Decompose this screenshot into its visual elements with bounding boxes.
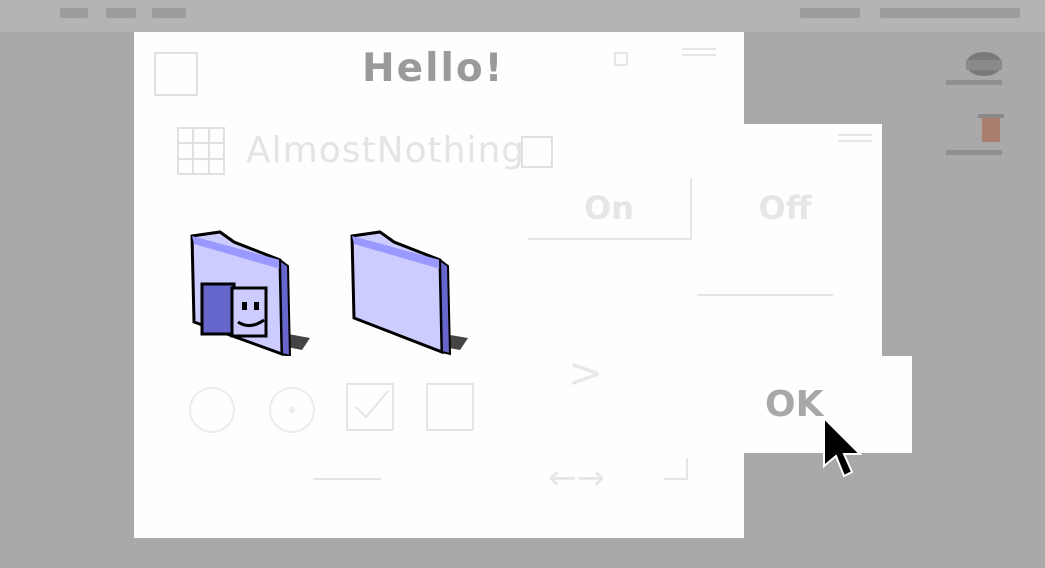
chevron-right-icon[interactable]: > [568, 348, 603, 397]
checkbox-checked[interactable] [346, 383, 394, 431]
checkbox[interactable] [426, 383, 474, 431]
radio-button-selected[interactable] [269, 387, 315, 433]
segment-off[interactable]: Off [700, 178, 870, 238]
windowshade-button[interactable] [682, 48, 716, 58]
grid-icon [177, 127, 225, 175]
close-box[interactable] [154, 52, 198, 96]
zoom-box[interactable] [614, 52, 628, 66]
ok-button[interactable]: OK [765, 384, 824, 425]
menu-item[interactable] [60, 8, 88, 18]
mouse-cursor-icon [823, 416, 863, 478]
text-field[interactable]: AlmostNothing [246, 130, 521, 171]
divider [313, 478, 381, 480]
windowshade-button-back[interactable] [838, 134, 872, 144]
menu-bar [0, 0, 1045, 32]
text-field-checkbox[interactable] [521, 136, 553, 168]
hard-disk-icon [966, 52, 1002, 76]
menu-clock[interactable] [800, 8, 860, 18]
folder-icon[interactable] [344, 226, 474, 356]
trash-icon [978, 114, 1004, 142]
desktop-icon-label [946, 80, 1002, 85]
radio-dot [289, 407, 295, 413]
arrows-icon[interactable]: ←→ [548, 458, 605, 498]
app-menu[interactable] [880, 8, 1020, 18]
resize-corner-icon[interactable] [664, 458, 688, 480]
menu-item[interactable] [106, 8, 136, 18]
menu-item[interactable] [152, 8, 186, 18]
divider [697, 294, 833, 296]
desktop-trash-icon[interactable] [938, 110, 1010, 170]
radio-button[interactable] [189, 387, 235, 433]
window-title: Hello! [362, 46, 505, 91]
segment-on[interactable]: On [528, 178, 692, 240]
desktop-icon-label [946, 150, 1002, 155]
system-folder-icon[interactable] [184, 226, 314, 356]
desktop-disk-icon[interactable] [938, 40, 1010, 100]
